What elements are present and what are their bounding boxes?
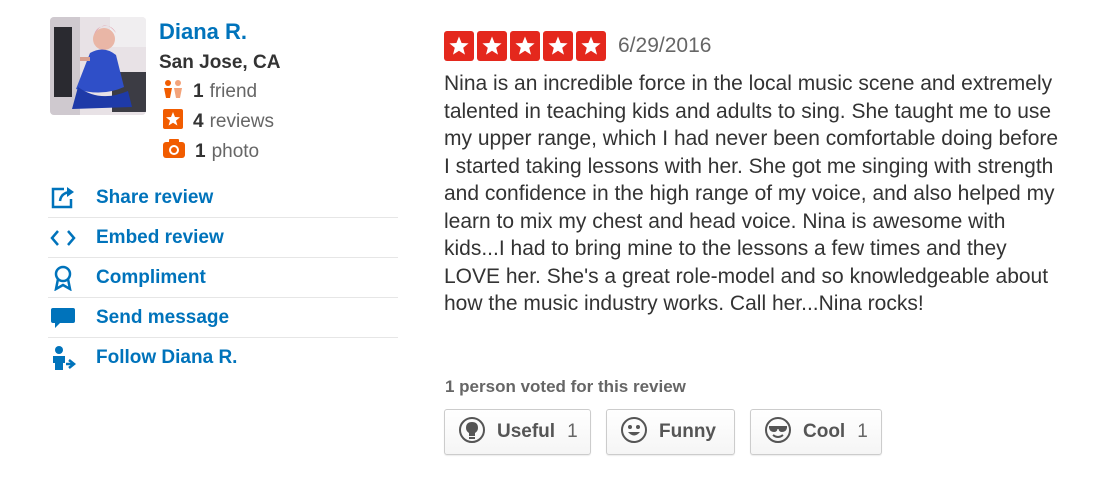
vote-buttons: Useful 1 Funny Cool 1 [444,409,897,455]
useful-label: Useful [497,421,556,442]
follow-user-label: Follow Diana R. [96,347,238,368]
photo-count-value: 1 [195,141,206,162]
review-content: 6/29/2016 Nina is an incredible force in… [444,30,1064,318]
compliment-link[interactable]: Compliment [48,258,398,298]
sunglasses-icon [765,416,791,448]
useful-count: 1 [567,421,578,442]
friend-count-label: friend [209,81,258,102]
message-icon [48,304,78,332]
send-message-link[interactable]: Send message [48,298,398,338]
embed-review-label: Embed review [96,226,224,248]
funny-label: Funny [659,421,716,442]
embed-review-link[interactable]: Embed review [48,218,398,258]
compliment-icon [48,264,78,292]
funny-button[interactable]: Funny [606,409,735,455]
user-location: San Jose, CA [159,52,281,73]
photo-count: 1 photo [162,138,260,166]
cool-label: Cool [803,421,846,442]
follow-icon [48,344,78,372]
review-star-icon [162,108,184,136]
embed-icon [48,224,78,252]
smiley-icon [621,416,647,448]
review-actions: Share review Embed review Compliment Sen… [48,178,398,378]
rating-row: 6/29/2016 [444,30,1064,62]
lightbulb-icon [459,416,485,448]
vote-summary: 1 person voted for this review [445,377,686,396]
friend-count-value: 1 [193,81,204,102]
friends-icon [162,78,184,106]
share-review-link[interactable]: Share review [48,178,398,218]
star-icon [444,31,474,61]
user-name-link[interactable]: Diana R. [159,19,247,45]
review-text: Nina is an incredible force in the local… [444,72,1059,315]
share-review-label: Share review [96,186,214,208]
friend-count: 1 friend [162,80,257,104]
share-icon [48,184,78,212]
camera-icon [162,138,186,166]
follow-user-link[interactable]: Follow Diana R. [48,338,398,378]
cool-button[interactable]: Cool 1 [750,409,882,455]
photo-count-label: photo [211,141,260,162]
review-count-value: 4 [193,111,204,132]
star-icon [510,31,540,61]
star-icon [477,31,507,61]
review-count: 4 reviews [162,108,274,136]
useful-button[interactable]: Useful 1 [444,409,591,455]
compliment-label: Compliment [96,266,206,288]
user-avatar[interactable] [50,17,146,115]
review-count-label: reviews [209,111,274,132]
star-rating [444,31,606,61]
send-message-label: Send message [96,306,230,328]
star-icon [543,31,573,61]
review-date: 6/29/2016 [618,34,712,57]
star-icon [576,31,606,61]
cool-count: 1 [857,421,868,442]
